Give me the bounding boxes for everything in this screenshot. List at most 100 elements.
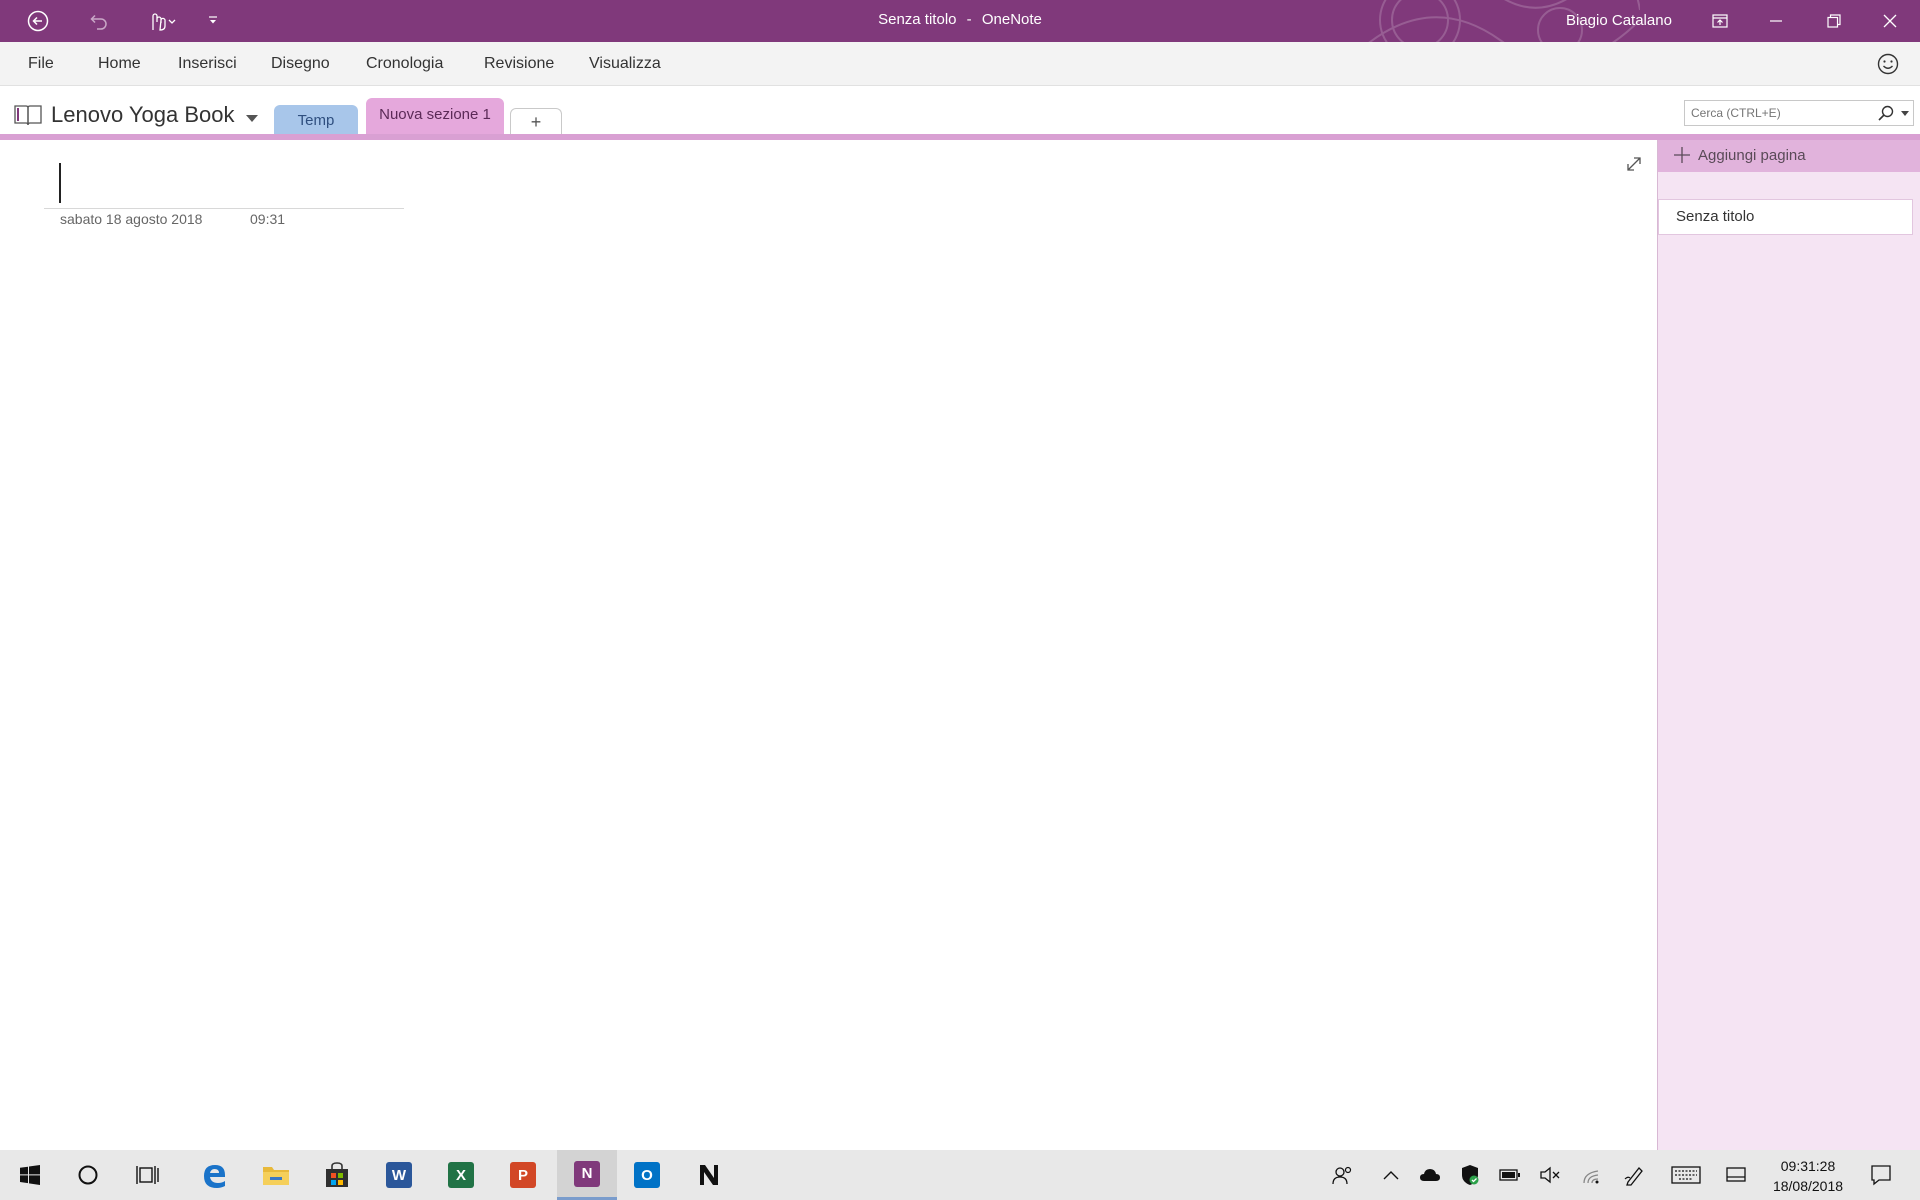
search-input[interactable] xyxy=(1685,101,1875,125)
wifi-icon xyxy=(1583,1170,1599,1184)
back-arrow-icon xyxy=(27,10,49,32)
user-name[interactable]: Biagio Catalano xyxy=(1566,0,1672,42)
minimize-icon xyxy=(1770,20,1782,22)
ribbon-display-options-button[interactable] xyxy=(1700,0,1740,42)
taskbar-outlook[interactable]: O xyxy=(619,1150,675,1200)
title-separator: - xyxy=(966,11,972,28)
notification-icon xyxy=(1871,1165,1891,1186)
word-icon: W xyxy=(386,1162,412,1188)
feedback-smiley-icon[interactable] xyxy=(1876,52,1900,76)
cortana-icon xyxy=(78,1165,98,1185)
onenote-icon: N xyxy=(574,1160,600,1187)
cortana-button[interactable] xyxy=(60,1150,116,1200)
onedrive-cloud-icon xyxy=(1420,1169,1440,1181)
file-explorer-icon xyxy=(263,1167,289,1185)
undo-button[interactable] xyxy=(80,0,116,42)
touch-mode-button[interactable] xyxy=(138,0,184,42)
shield-icon xyxy=(1462,1165,1479,1185)
powerpoint-icon: P xyxy=(510,1162,536,1188)
taskbar-powerpoint[interactable]: P xyxy=(495,1150,551,1200)
show-hidden-icons-button[interactable] xyxy=(1376,1150,1406,1200)
customize-caret-icon xyxy=(209,16,217,24)
taskbar-store[interactable] xyxy=(309,1150,365,1200)
tab-history[interactable]: Cronologia xyxy=(366,42,443,86)
add-section-button[interactable]: + xyxy=(510,108,562,136)
tab-review[interactable]: Revisione xyxy=(484,42,554,86)
tab-insert[interactable]: Inserisci xyxy=(178,42,237,86)
page-time[interactable]: 09:31 xyxy=(250,211,285,227)
ribbon-display-icon xyxy=(1712,14,1728,28)
page-list-pane: Aggiungi pagina Senza titolo xyxy=(1657,140,1920,1150)
search-icon[interactable] xyxy=(1877,104,1895,122)
restore-button[interactable] xyxy=(1814,0,1854,42)
tab-draw[interactable]: Disegno xyxy=(271,42,330,86)
battery-icon xyxy=(1499,1169,1520,1181)
plus-icon xyxy=(1674,147,1690,163)
network-button[interactable] xyxy=(1574,1150,1610,1200)
task-view-icon xyxy=(136,1166,159,1184)
taskbar-clock[interactable]: 09:31:28 18/08/2018 xyxy=(1760,1156,1856,1196)
tablet-mode-icon xyxy=(1726,1167,1746,1182)
tab-home[interactable]: Home xyxy=(98,42,141,86)
page-canvas[interactable]: sabato 18 agosto 2018 09:31 xyxy=(0,140,1657,1150)
undo-icon xyxy=(90,14,107,30)
taskbar-edge[interactable] xyxy=(186,1150,242,1200)
notebook-icon[interactable] xyxy=(14,104,42,126)
page-title-underline xyxy=(44,208,404,209)
taskbar-notion[interactable] xyxy=(681,1150,737,1200)
close-button[interactable] xyxy=(1870,0,1910,42)
volume-button[interactable] xyxy=(1534,1150,1566,1200)
notebook-dropdown-icon[interactable] xyxy=(246,115,258,122)
add-page-label: Aggiungi pagina xyxy=(1698,147,1806,164)
onedrive-button[interactable] xyxy=(1414,1150,1446,1200)
outlook-icon: O xyxy=(634,1162,660,1188)
tab-view[interactable]: Visualizza xyxy=(589,42,661,86)
section-tab-nuova-sezione[interactable]: Nuova sezione 1 xyxy=(366,98,504,136)
customize-quick-access-button[interactable] xyxy=(200,0,226,42)
taskbar-file-explorer[interactable] xyxy=(248,1150,304,1200)
excel-icon: X xyxy=(448,1162,474,1188)
taskbar-onenote[interactable]: N xyxy=(557,1150,617,1200)
windows-ink-button[interactable] xyxy=(1618,1150,1652,1200)
people-icon xyxy=(1332,1166,1352,1185)
clock-date: 18/08/2018 xyxy=(1772,1178,1844,1194)
touch-hand-icon xyxy=(152,13,176,31)
back-button[interactable] xyxy=(20,0,56,42)
notion-icon xyxy=(700,1165,718,1185)
page-list-item[interactable]: Senza titolo xyxy=(1658,199,1913,235)
defender-button[interactable] xyxy=(1454,1150,1486,1200)
store-icon xyxy=(326,1162,348,1187)
search-box[interactable] xyxy=(1684,100,1914,126)
chevron-up-icon xyxy=(1383,1171,1399,1180)
close-icon xyxy=(1883,14,1897,28)
full-page-view-icon[interactable] xyxy=(1624,154,1644,174)
taskbar: W X P N O 09:31:28 18/08/2018 xyxy=(0,1150,1920,1200)
action-center-button[interactable] xyxy=(1864,1150,1898,1200)
section-tab-temp[interactable]: Temp xyxy=(274,105,358,136)
page-date[interactable]: sabato 18 agosto 2018 xyxy=(60,211,202,227)
restore-icon xyxy=(1827,14,1841,28)
minimize-button[interactable] xyxy=(1756,0,1796,42)
battery-button[interactable] xyxy=(1494,1150,1526,1200)
touch-keyboard-button[interactable] xyxy=(1664,1150,1708,1200)
document-title: Senza titolo xyxy=(878,11,957,28)
add-page-button[interactable]: Aggiungi pagina xyxy=(1658,140,1920,172)
tablet-mode-button[interactable] xyxy=(1720,1150,1752,1200)
notebook-name[interactable]: Lenovo Yoga Book xyxy=(51,102,235,128)
search-scope-dropdown-icon[interactable] xyxy=(1901,111,1909,116)
task-view-button[interactable] xyxy=(120,1150,176,1200)
taskbar-word[interactable]: W xyxy=(371,1150,427,1200)
text-cursor xyxy=(59,163,61,203)
title-bar: Senza titolo - OneNote Biagio Catalano xyxy=(0,0,1920,42)
taskbar-excel[interactable]: X xyxy=(433,1150,489,1200)
notebook-navigation: Lenovo Yoga Book Temp Nuova sezione 1 + xyxy=(0,86,1920,136)
start-icon xyxy=(20,1165,40,1185)
pen-icon xyxy=(1624,1167,1643,1186)
app-name: OneNote xyxy=(981,11,1042,28)
tab-file[interactable]: File xyxy=(28,42,54,86)
clock-time: 09:31:28 xyxy=(1780,1158,1836,1174)
start-button[interactable] xyxy=(2,1150,58,1200)
ribbon-tabs: File Home Inserisci Disegno Cronologia R… xyxy=(0,42,1920,86)
people-button[interactable] xyxy=(1326,1150,1360,1200)
keyboard-icon xyxy=(1671,1166,1701,1184)
